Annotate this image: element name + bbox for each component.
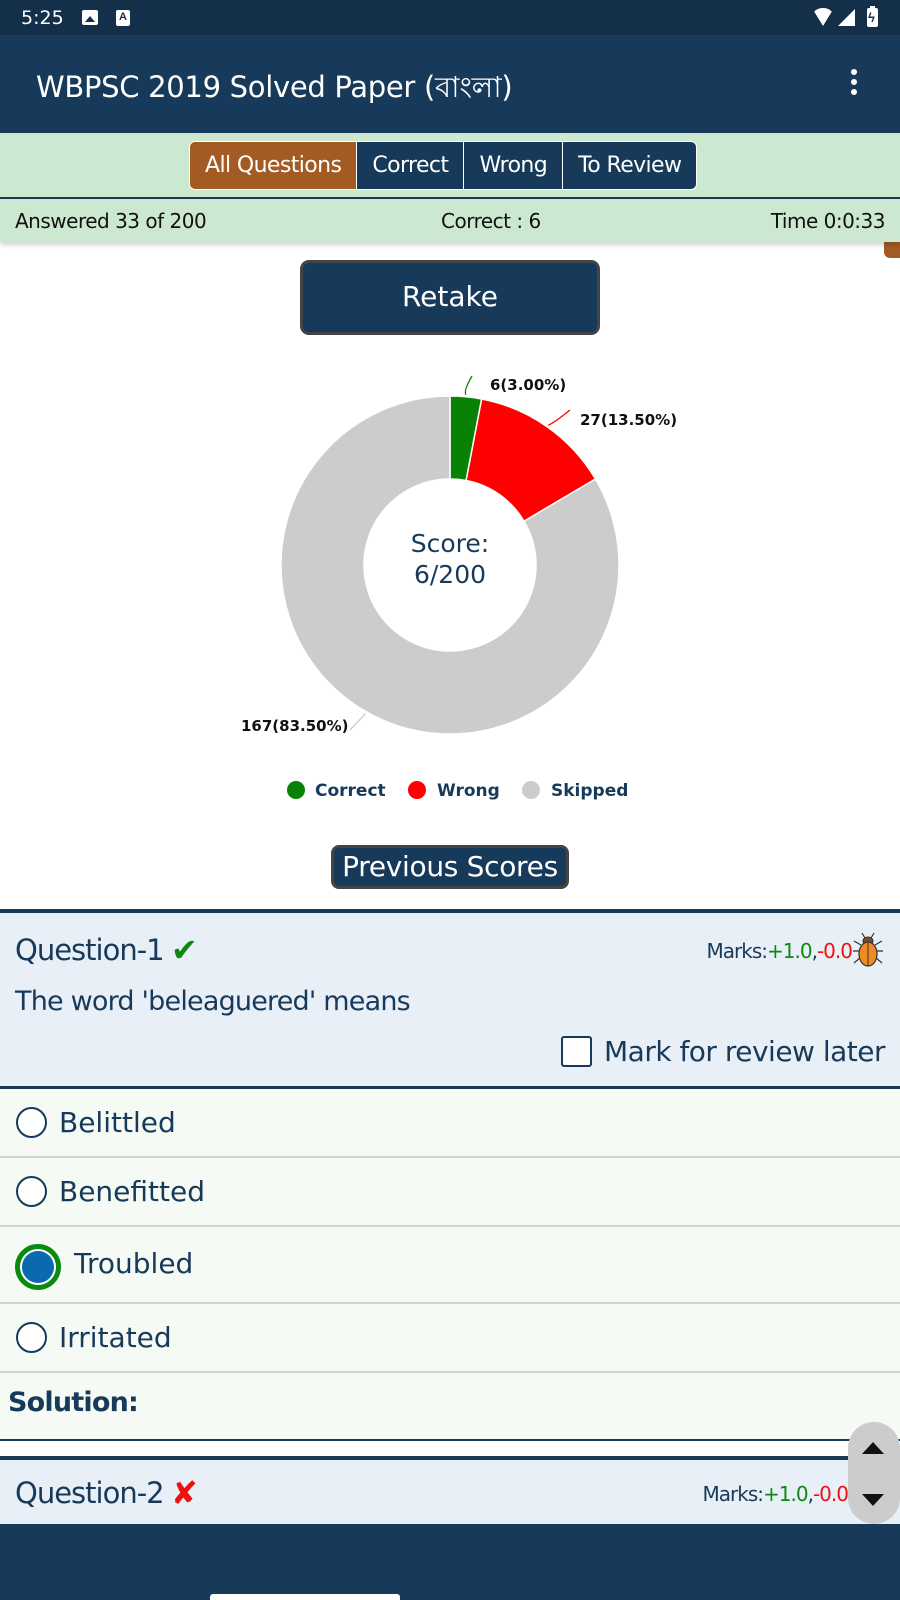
ad-graphic [210, 1594, 400, 1600]
a-icon: A [116, 10, 130, 26]
cross-icon: ✘ [171, 1475, 198, 1511]
wifi-icon [812, 8, 834, 26]
score-label: Score: [411, 529, 489, 558]
review-label: Mark for review later [604, 1035, 886, 1068]
retake-button[interactable]: Retake [300, 260, 600, 335]
review-checkbox[interactable] [561, 1036, 592, 1067]
question-1-header: Question-1 ✔ Marks:+1.0,-0.0 The word 'b… [0, 909, 900, 1089]
option-label: Irritated [59, 1321, 172, 1354]
stats-bar: Answered 33 of 200 Correct : 6 Time 0:0:… [0, 199, 900, 242]
slice-label-wrong: 27(13.50%) [580, 411, 677, 429]
marks-label: Marks: [706, 939, 768, 963]
arrow-down-icon[interactable] [862, 1494, 884, 1506]
marks-positive: +1.0 [767, 939, 813, 963]
slice-label-correct: 6(3.00%) [490, 376, 566, 394]
radio-button[interactable] [16, 1176, 47, 1207]
status-time: 5:25 [21, 7, 64, 29]
question-2-header: Question-2 ✘ Marks:+1.0,-0.0 [0, 1456, 900, 1526]
marks-label: Marks: [702, 1482, 764, 1506]
tab-correct[interactable]: Correct [356, 142, 464, 189]
leader-line-correct [464, 375, 473, 396]
filter-bar: All Questions Correct Wrong To Review [0, 133, 900, 199]
solution-label: Solution: [8, 1387, 139, 1418]
legend-label-wrong: Wrong [437, 781, 500, 801]
radio-button[interactable] [16, 1107, 47, 1138]
marks-negative: -0.0 [812, 1482, 849, 1506]
more-vert-icon[interactable] [848, 69, 860, 99]
solution-section: Solution: [0, 1373, 900, 1441]
option-troubled[interactable]: Troubled [0, 1227, 900, 1304]
leader-line-wrong [548, 409, 571, 426]
question-1-text: The word 'beleaguered' means [15, 986, 411, 1017]
filter-tabs: All Questions Correct Wrong To Review [189, 141, 698, 190]
slice-label-skipped: 167(83.50%) [241, 717, 349, 735]
option-benefitted[interactable]: Benefitted [0, 1158, 900, 1227]
marks-positive: +1.0 [763, 1482, 809, 1506]
question-2-title: Question-2 [15, 1476, 165, 1510]
status-bar: 5:25 A [0, 0, 900, 35]
leader-line-skipped [349, 713, 366, 731]
chart-legend: Correct Wrong Skipped [287, 781, 628, 801]
option-belittled[interactable]: Belittled [0, 1089, 900, 1158]
legend-label-skipped: Skipped [551, 781, 628, 801]
arrow-up-icon[interactable] [862, 1442, 884, 1454]
radio-button[interactable] [16, 1322, 47, 1353]
mark-for-review[interactable]: Mark for review later [561, 1035, 886, 1068]
check-icon: ✔ [171, 932, 198, 968]
image-icon [82, 10, 98, 25]
option-irritated[interactable]: Irritated [0, 1304, 900, 1373]
marks-negative: -0.0 [816, 939, 853, 963]
app-title: WBPSC 2019 Solved Paper (বাংলা) [36, 70, 513, 104]
option-label: Troubled [74, 1247, 194, 1280]
score-donut-chart: 6(3.00%) 27(13.50%) 167(83.50%) Score: 6… [241, 375, 677, 801]
question-2-marks: Marks:+1.0,-0.0 [702, 1482, 849, 1506]
tab-to-review[interactable]: To Review [562, 142, 697, 189]
question-1-options: Belittled Benefitted Troubled Irritated … [0, 1089, 900, 1441]
battery-charging-icon [867, 6, 878, 27]
app-bar: WBPSC 2019 Solved Paper (বাংলা) [0, 35, 900, 133]
option-label: Benefitted [59, 1175, 206, 1208]
correct-count: Correct : 6 [441, 209, 541, 233]
legend-label-correct: Correct [315, 781, 386, 801]
bug-icon[interactable] [851, 931, 885, 969]
legend-swatch-skipped [522, 781, 540, 799]
radio-button-selected[interactable] [15, 1244, 61, 1290]
previous-scores-button[interactable]: Previous Scores [331, 845, 569, 889]
elapsed-time: Time 0:0:33 [770, 209, 886, 233]
tab-all-questions[interactable]: All Questions [190, 142, 357, 189]
answered-count: Answered 33 of 200 [15, 209, 207, 233]
ad-banner[interactable] [0, 1524, 900, 1600]
question-1-title: Question-1 [15, 933, 165, 967]
question-1-marks: Marks:+1.0,-0.0 [706, 939, 853, 963]
signal-icon [838, 9, 855, 26]
tab-wrong[interactable]: Wrong [463, 142, 563, 189]
score-value: 6/200 [414, 560, 486, 589]
scroll-control [848, 1422, 900, 1524]
legend-swatch-correct [287, 781, 305, 799]
legend-swatch-wrong [408, 781, 426, 799]
option-label: Belittled [59, 1106, 176, 1139]
